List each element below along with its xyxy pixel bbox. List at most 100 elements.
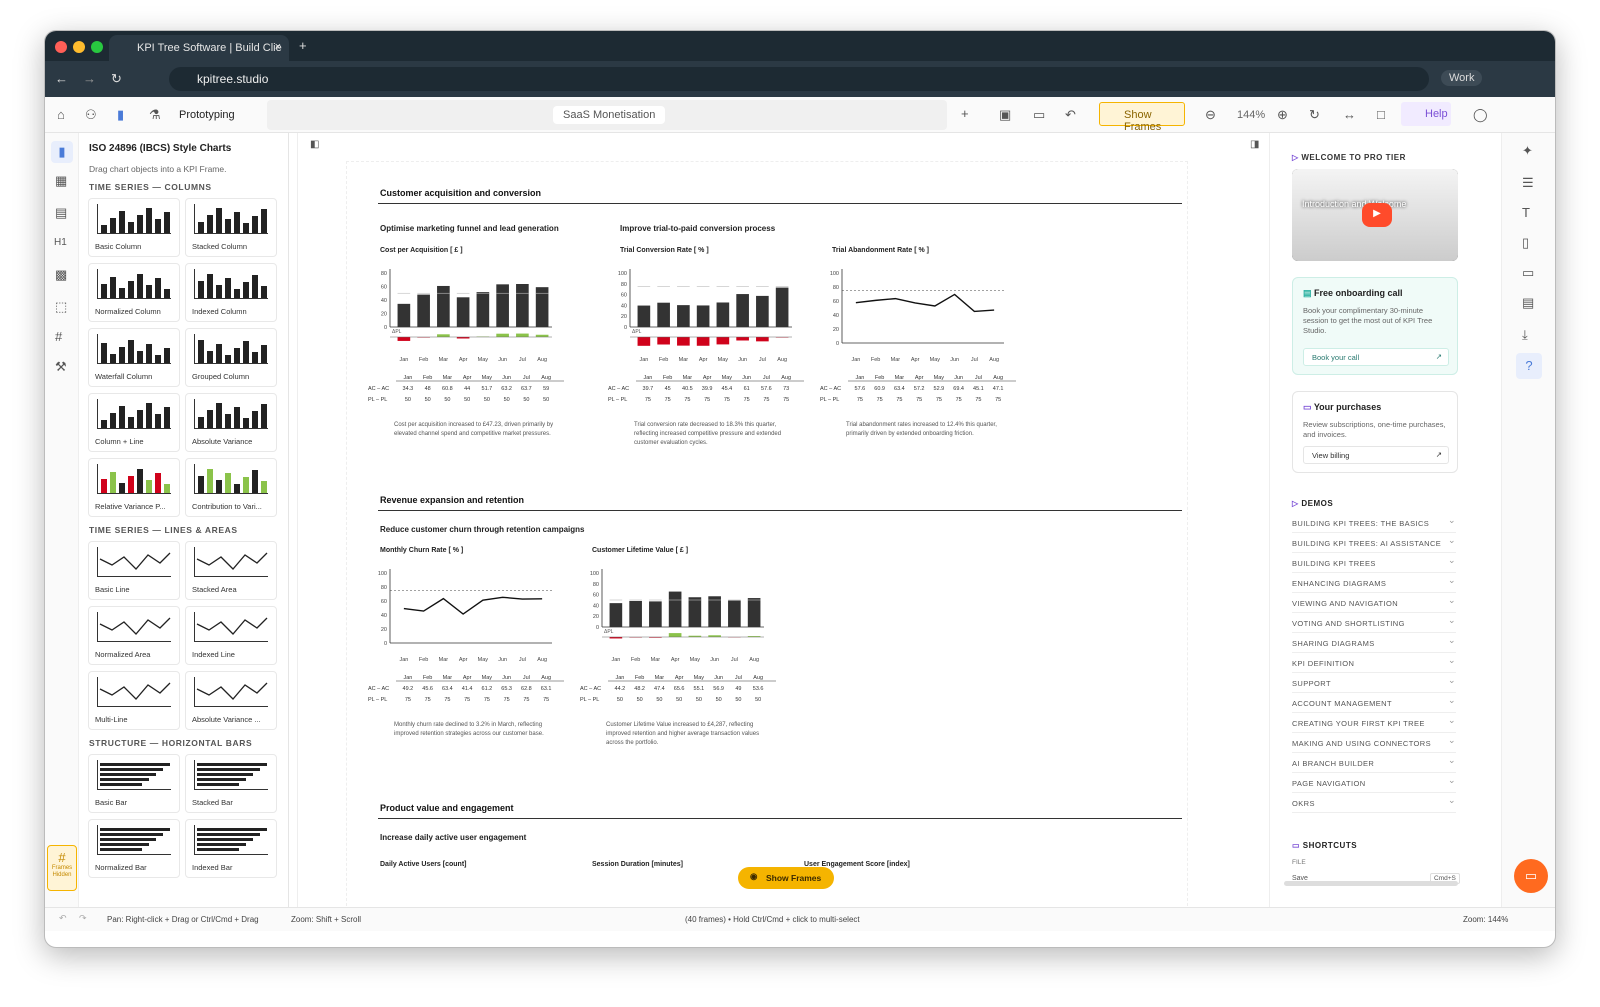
collapse-left-icon[interactable]: ◧	[310, 139, 319, 150]
chart-type-card[interactable]: Basic Column	[88, 198, 180, 257]
undo-icon[interactable]: ↶	[1065, 107, 1076, 123]
wrench-icon[interactable]: ⚒	[55, 359, 67, 375]
dashed-box-icon[interactable]: ⬚	[55, 299, 67, 315]
chart-title: Daily Active Users [count]	[380, 861, 467, 868]
demo-item[interactable]: SHARING DIAGRAMS	[1292, 633, 1456, 653]
hash-icon[interactable]: #	[55, 329, 62, 344]
demo-item[interactable]: MAKING AND USING CONNECTORS	[1292, 733, 1456, 753]
forward-icon[interactable]: →	[83, 71, 96, 86]
x-tick-label: Apr	[459, 657, 468, 663]
text-icon[interactable]: T	[1522, 205, 1530, 220]
chat-icon[interactable]: ▭	[1522, 265, 1534, 281]
chart-type-card[interactable]: Indexed Line	[185, 606, 277, 665]
undo-status-icon[interactable]: ↶	[59, 913, 67, 924]
demo-item[interactable]: ENHANCING DIAGRAMS	[1292, 573, 1456, 593]
chart-type-card[interactable]: Absolute Variance	[185, 393, 277, 452]
demo-item[interactable]: SUPPORT	[1292, 673, 1456, 693]
table-cell-pl: 50	[735, 697, 741, 703]
download-icon[interactable]: ⤓	[1522, 327, 1528, 343]
chart-type-card[interactable]: Stacked Column	[185, 198, 277, 257]
chart-type-card[interactable]: Normalized Bar	[88, 819, 180, 878]
view-billing-button[interactable]: View billing ↗	[1303, 446, 1449, 464]
demo-item[interactable]: BUILDING KPI TREES: THE BASICS	[1292, 513, 1456, 533]
sparkle-icon[interactable]: ✦	[1522, 143, 1533, 159]
notes-icon[interactable]: ▤	[1522, 295, 1534, 311]
add-icon[interactable]: +	[961, 106, 969, 121]
table-tool-icon[interactable]: ▦	[55, 173, 67, 189]
close-tab-icon[interactable]: ×	[275, 41, 281, 53]
chart-type-card[interactable]: Basic Line	[88, 541, 180, 600]
frames-hidden-toggle[interactable]: # Frames Hidden	[47, 845, 77, 891]
chart-type-card[interactable]: Absolute Variance ...	[185, 671, 277, 730]
diagram-canvas[interactable]: ◧ ◨ Customer acquisition and conversion …	[297, 133, 1269, 931]
flask-icon[interactable]: ⚗	[149, 107, 161, 123]
chart-type-card[interactable]: Multi-Line	[88, 671, 180, 730]
heading-tool-icon[interactable]: H1	[54, 237, 67, 248]
chart-type-card[interactable]: Column + Line	[88, 393, 180, 452]
table-cell-ac: 57.2	[914, 386, 925, 392]
open-folder-icon[interactable]: ▭	[1033, 107, 1045, 123]
reload-icon[interactable]: ↻	[111, 71, 122, 87]
home-icon[interactable]: ⌂	[57, 107, 65, 122]
chart-type-card[interactable]: Stacked Area	[185, 541, 277, 600]
chart-type-card[interactable]: Basic Bar	[88, 754, 180, 813]
help-circle-icon[interactable]: ?	[1516, 353, 1542, 379]
chart-type-card[interactable]: Waterfall Column	[88, 328, 180, 387]
back-icon[interactable]: ←	[55, 71, 68, 86]
chart-type-card[interactable]: Indexed Bar	[185, 819, 277, 878]
intro-video[interactable]: Introduction and Welcome ▶	[1292, 169, 1458, 261]
book-icon[interactable]: ▯	[1522, 235, 1529, 251]
frame-icon[interactable]: □	[1377, 107, 1385, 122]
chart-icon[interactable]: ▮	[117, 107, 124, 123]
sliders-icon[interactable]: ☰	[1522, 175, 1534, 191]
demo-item[interactable]: CREATING YOUR FIRST KPI TREE	[1292, 713, 1456, 733]
chart-type-card[interactable]: Normalized Area	[88, 606, 180, 665]
url-field[interactable]: kpitree.studio	[169, 67, 1429, 91]
chart-type-card[interactable]: Indexed Column	[185, 263, 277, 322]
horizontal-scrollbar[interactable]	[1284, 881, 1458, 886]
row-label-ac: AC – AC	[368, 386, 389, 392]
show-frames-toolbar-button[interactable]: Show Frames	[1099, 102, 1185, 133]
demo-item[interactable]: KPI DEFINITION	[1292, 653, 1456, 673]
demo-item[interactable]: BUILDING KPI TREES: AI ASSISTANCE	[1292, 533, 1456, 553]
demo-item[interactable]: AI BRANCH BUILDER	[1292, 753, 1456, 773]
collapse-right-icon[interactable]: ◨	[1250, 139, 1259, 150]
chart-type-card[interactable]: Normalized Column	[88, 263, 180, 322]
charts-tool-icon[interactable]: ▮	[51, 141, 73, 163]
redo-status-icon[interactable]: ↷	[79, 913, 87, 924]
reset-icon[interactable]: ↻	[1309, 107, 1320, 123]
tree-icon[interactable]: ⚇	[85, 107, 97, 123]
profile-button[interactable]: Work	[1441, 70, 1483, 86]
minimize-window-icon[interactable]	[73, 41, 85, 53]
project-name[interactable]: SaaS Monetisation	[553, 106, 666, 124]
show-frames-floating-button[interactable]: ◉ Show Frames	[738, 867, 834, 889]
zoom-in-icon[interactable]: ⊕	[1277, 107, 1288, 123]
close-window-icon[interactable]	[55, 41, 67, 53]
chart-type-card[interactable]: Grouped Column	[185, 328, 277, 387]
zoom-hint: Zoom: Shift + Scroll	[291, 915, 362, 924]
help-button[interactable]: Help	[1401, 102, 1451, 126]
fit-width-icon[interactable]: ↔	[1343, 107, 1356, 122]
chart-type-card[interactable]: Relative Variance P...	[88, 458, 180, 517]
user-icon[interactable]: ◯	[1473, 107, 1488, 123]
demo-item[interactable]: ACCOUNT MANAGEMENT	[1292, 693, 1456, 713]
book-call-button[interactable]: Book your call ↗	[1303, 348, 1449, 366]
grid-tool-icon[interactable]: ▩	[55, 267, 67, 283]
breadcrumb[interactable]: Prototyping	[179, 109, 235, 121]
chat-bubble-icon[interactable]: ▭	[1514, 859, 1548, 893]
play-icon[interactable]: ▶	[1362, 203, 1392, 227]
demo-item[interactable]: VIEWING AND NAVIGATION	[1292, 593, 1456, 613]
table-cell-ac: 65.3	[501, 686, 512, 692]
comment-tool-icon[interactable]: ▤	[55, 205, 67, 221]
maximize-window-icon[interactable]	[91, 41, 103, 53]
demo-item[interactable]: PAGE NAVIGATION	[1292, 773, 1456, 793]
zoom-out-icon[interactable]: ⊖	[1205, 107, 1216, 123]
new-tab-icon[interactable]: +	[299, 38, 307, 53]
chart-type-card[interactable]: Contribution to Vari...	[185, 458, 277, 517]
demo-item[interactable]: BUILDING KPI TREES	[1292, 553, 1456, 573]
save-icon[interactable]: ▣	[999, 107, 1011, 123]
demo-item[interactable]: OKRS	[1292, 793, 1456, 813]
browser-tab[interactable]: KPI Tree Software | Build Clie ×	[109, 35, 289, 61]
chart-type-card[interactable]: Stacked Bar	[185, 754, 277, 813]
demo-item[interactable]: VOTING AND SHORTLISTING	[1292, 613, 1456, 633]
